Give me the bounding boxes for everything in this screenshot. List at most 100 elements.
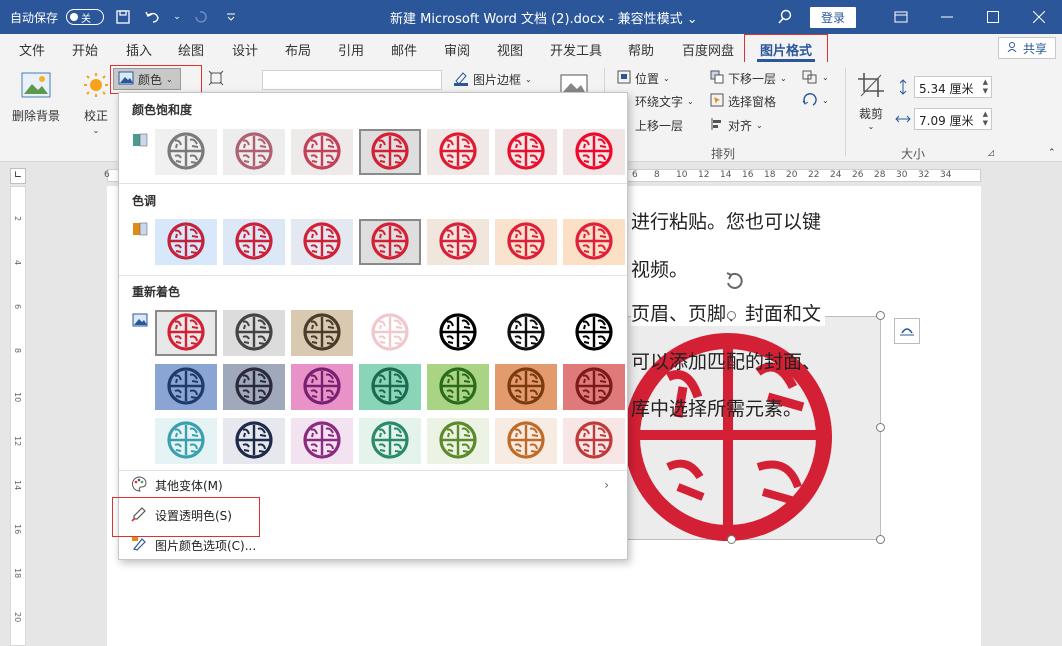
wrap-text-button[interactable]: 环绕文字 ⌄	[617, 93, 694, 110]
saturation-option[interactable]	[223, 129, 285, 175]
recolor-option[interactable]	[223, 310, 285, 356]
document-title: 新建 Microsoft Word 文档 (2).docx - 兼容性模式 ⌄	[390, 12, 698, 27]
recolor-option[interactable]	[427, 418, 489, 464]
recolor-option[interactable]	[427, 310, 489, 356]
tone-option[interactable]	[291, 219, 353, 265]
saturation-option[interactable]	[291, 129, 353, 175]
recolor-option[interactable]	[495, 310, 557, 356]
selection-pane-button[interactable]: 选择窗格	[710, 93, 776, 110]
recolor-option[interactable]	[563, 364, 625, 410]
saturation-option[interactable]	[563, 129, 625, 175]
recolor-option[interactable]	[155, 418, 217, 464]
send-backward-button[interactable]: 下移一层 ⌄	[710, 70, 787, 87]
compress-pictures-icon[interactable]	[208, 70, 224, 86]
tab-insert[interactable]: 插入	[126, 40, 152, 59]
tone-option[interactable]	[495, 219, 557, 265]
tone-option[interactable]	[155, 219, 217, 265]
recolor-option[interactable]	[223, 364, 285, 410]
recolor-option[interactable]	[563, 418, 625, 464]
saturation-option[interactable]	[427, 129, 489, 175]
recolor-option[interactable]	[359, 310, 421, 356]
resize-handle-right[interactable]	[876, 423, 885, 432]
more-variations-label: 其他变体(M)	[155, 478, 223, 493]
tone-option[interactable]	[359, 219, 421, 265]
more-variations-item[interactable]: 其他变体(M) ›	[131, 473, 617, 497]
tab-selector[interactable]: ∟	[10, 168, 26, 184]
saturation-option[interactable]	[155, 129, 217, 175]
tone-row-icon	[132, 222, 148, 236]
size-dialog-launcher-icon[interactable]: ◿	[988, 148, 994, 157]
tone-option[interactable]	[427, 219, 489, 265]
recolor-option[interactable]	[223, 418, 285, 464]
corrections-button[interactable]: 校正 ⌄	[82, 72, 110, 135]
remove-background-button[interactable]: 删除背景	[12, 72, 60, 124]
tab-design[interactable]: 设计	[232, 40, 258, 59]
recolor-option[interactable]	[155, 310, 217, 356]
maximize-icon[interactable]	[970, 0, 1016, 34]
share-button[interactable]: 共享	[997, 37, 1056, 59]
resize-handle-top[interactable]	[727, 311, 736, 320]
height-input[interactable]: 5.34 厘米 ▲ ▼	[914, 76, 992, 98]
recolor-option[interactable]	[155, 364, 217, 410]
picture-border-button[interactable]: 图片边框 ⌄	[453, 70, 532, 89]
rotate-handle-icon[interactable]	[723, 270, 745, 292]
ribbon-display-icon[interactable]	[878, 0, 924, 34]
recolor-option[interactable]	[291, 310, 353, 356]
layout-options-icon	[899, 323, 915, 340]
search-icon[interactable]	[774, 6, 796, 28]
vertical-ruler-tick-label: 16	[13, 524, 22, 535]
resize-handle-bottom-right[interactable]	[876, 535, 885, 544]
login-button[interactable]: 登录	[809, 6, 856, 28]
tab-home[interactable]: 开始	[72, 40, 98, 59]
rotate-button[interactable]: ⌄	[802, 93, 829, 107]
resize-handle-bottom[interactable]	[727, 535, 736, 544]
tab-review[interactable]: 审阅	[444, 40, 470, 59]
recolor-option[interactable]	[495, 364, 557, 410]
collapse-ribbon-icon[interactable]: ⌃	[1048, 148, 1056, 158]
close-icon[interactable]	[1016, 0, 1062, 34]
tone-option[interactable]	[563, 219, 625, 265]
seal-thumbnail-icon	[298, 365, 346, 410]
tab-references[interactable]: 引用	[338, 40, 364, 59]
seal-thumbnail-icon	[502, 220, 550, 265]
recolor-option[interactable]	[563, 310, 625, 356]
recolor-option[interactable]	[495, 418, 557, 464]
seal-thumbnail-icon	[502, 311, 550, 356]
tab-mailings[interactable]: 邮件	[391, 40, 417, 59]
tab-developer[interactable]: 开发工具	[550, 40, 602, 59]
recolor-option[interactable]	[427, 364, 489, 410]
undo-icon[interactable]	[142, 6, 164, 28]
tab-draw[interactable]: 绘图	[178, 40, 204, 59]
send-backward-label: 下移一层	[728, 72, 777, 86]
resize-handle-top-right[interactable]	[876, 311, 885, 320]
minimize-icon[interactable]	[924, 0, 970, 34]
align-button[interactable]: 对齐 ⌄	[710, 117, 763, 134]
tone-option[interactable]	[223, 219, 285, 265]
tab-help[interactable]: 帮助	[628, 40, 654, 59]
position-button[interactable]: 位置 ⌄	[617, 70, 670, 87]
group-objects-button[interactable]: ⌄	[802, 70, 829, 84]
tab-file[interactable]: 文件	[19, 40, 45, 59]
save-icon[interactable]	[112, 6, 134, 28]
recolor-option[interactable]	[359, 418, 421, 464]
recolor-option[interactable]	[291, 418, 353, 464]
toggle-knob	[70, 13, 79, 21]
redo-icon[interactable]	[190, 6, 212, 28]
autosave-toggle[interactable]: 关	[66, 9, 105, 25]
tab-view[interactable]: 视图	[497, 40, 523, 59]
tab-layout[interactable]: 布局	[285, 40, 311, 59]
saturation-option[interactable]	[495, 129, 557, 175]
width-input[interactable]: 7.09 厘米 ▲ ▼	[914, 108, 992, 130]
height-spinner[interactable]: ▲ ▼	[983, 78, 988, 96]
width-spinner[interactable]: ▲ ▼	[983, 110, 988, 128]
seal-thumbnail-icon	[366, 130, 414, 175]
saturation-option[interactable]	[359, 129, 421, 175]
recolor-option[interactable]	[291, 364, 353, 410]
recolor-option[interactable]	[359, 364, 421, 410]
crop-button[interactable]: 裁剪 ⌄	[857, 72, 885, 131]
layout-options-button[interactable]	[894, 318, 920, 344]
picture-styles-gallery[interactable]	[262, 70, 442, 90]
undo-dropdown-icon[interactable]: ⌄	[172, 6, 182, 28]
customize-toolbar-icon[interactable]	[220, 6, 242, 28]
tab-baidu-netdisk[interactable]: 百度网盘	[682, 40, 734, 59]
